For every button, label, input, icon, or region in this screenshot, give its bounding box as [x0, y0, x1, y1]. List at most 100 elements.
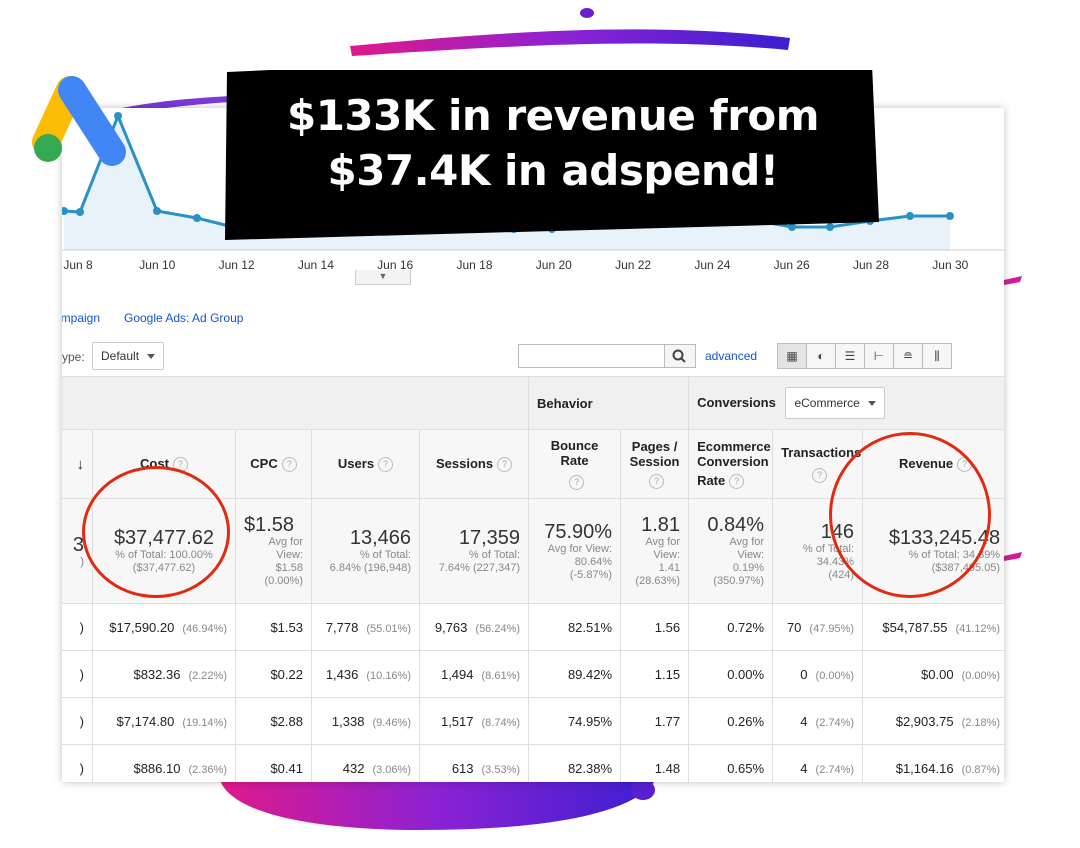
x-tick-label: Jun 26 — [774, 258, 810, 272]
chart-point[interactable] — [76, 208, 84, 216]
cell-pages: 1.77 — [620, 697, 690, 745]
cell-pages: 1.48 — [620, 744, 690, 782]
cell-dimension-value: ) — [79, 760, 84, 776]
chart-point[interactable] — [153, 207, 161, 215]
cell-cpc-value: $0.41 — [270, 760, 303, 776]
cell-users-value: 7,778 — [325, 619, 359, 635]
dimension-link-ad-group[interactable]: Google Ads: Ad Group — [124, 311, 243, 325]
cell-cpc: $0.41 — [235, 744, 312, 782]
cell-cpc: $1.53 — [235, 603, 312, 651]
help-icon[interactable]: ? — [649, 474, 665, 490]
total-dim-sub: ) — [80, 555, 84, 568]
cell-transactions-percent: (2.74%) — [815, 763, 855, 776]
header-cpc[interactable]: CPC? — [235, 429, 312, 499]
pie-icon[interactable]: ◐ — [806, 343, 836, 369]
conversions-type-select[interactable]: eCommerce — [785, 387, 885, 419]
cell-users-percent: (9.46%) — [372, 716, 411, 729]
cell-cost-percent: (2.22%) — [188, 669, 227, 682]
chart-point[interactable] — [906, 212, 914, 220]
cell-sessions-percent: (3.53%) — [481, 763, 521, 776]
x-tick-label: Jun 12 — [219, 258, 255, 272]
help-icon[interactable]: ? — [812, 467, 828, 483]
advanced-filter-link[interactable]: advanced — [705, 349, 757, 363]
cell-sessions-percent: (56.24%) — [475, 622, 521, 635]
help-icon[interactable]: ? — [497, 457, 513, 473]
term-cloud-icon[interactable]: ≘ — [893, 343, 923, 369]
total-conversion: 0.84% Avg for View: 0.19% (350.97%) — [688, 498, 774, 604]
chart-point[interactable] — [946, 212, 954, 220]
cost-highlight-circle — [82, 466, 230, 598]
x-tick-label: Jun 24 — [694, 258, 730, 272]
cell-sessions-percent: (8.61%) — [481, 669, 521, 682]
cell-dimension: ) — [62, 603, 93, 651]
header-users[interactable]: Users? — [311, 429, 420, 499]
cell-users: 1,338 (9.46%) — [311, 697, 420, 745]
cell-cpc-value: $0.22 — [270, 666, 303, 682]
cell-bounce: 89.42% — [528, 650, 622, 698]
dimension-link-campaign[interactable]: ampaign — [62, 311, 100, 325]
headline-text: $133K in revenue from $37.4K in adspend! — [225, 88, 881, 198]
help-icon[interactable]: ? — [569, 475, 585, 491]
header-bounce-rate[interactable]: Bounce Rate? — [528, 429, 622, 499]
total-sessions: 17,359% of Total: 7.64% (227,347) — [418, 498, 530, 604]
cell-users: 7,778 (55.01%) — [311, 603, 420, 651]
x-tick-label: Jun 14 — [298, 258, 334, 272]
type-select[interactable]: Default — [92, 342, 165, 370]
cell-revenue-value: $54,787.55 — [882, 619, 948, 635]
search-input[interactable] — [518, 344, 666, 368]
cell-bounce-value: 82.38% — [567, 760, 613, 776]
chart-collapse-toggle[interactable]: ▼ — [355, 270, 411, 285]
total-users-sub2: 6.84% (196,948) — [329, 562, 411, 574]
total-cpc-sub4: (0.00%) — [264, 575, 303, 587]
pivot-icon[interactable]: ⫼ — [922, 343, 952, 369]
header-sessions[interactable]: Sessions? — [418, 429, 530, 499]
table-row[interactable]: ) $832.36 (2.22%) $0.22 1,436 (10.16%) 1,494 (8… — [62, 650, 1004, 698]
comparison-icon[interactable]: ⊢ — [864, 343, 894, 369]
total-cpc-sub1: Avg for — [268, 536, 303, 548]
x-tick-label: Jun 10 — [139, 258, 175, 272]
acquisition-group-cell — [62, 376, 530, 430]
chart-point[interactable] — [193, 214, 201, 222]
bar-icon[interactable]: ☰ — [835, 343, 865, 369]
cell-pages-value: 1.56 — [654, 619, 681, 635]
cell-transactions: 4 (2.74%) — [772, 697, 864, 745]
table-row[interactable]: ) $886.10 (2.36%) $0.41 432 (3.06%) 613 (3.53%)… — [62, 744, 1004, 782]
header-users-label: Users — [337, 455, 375, 471]
help-icon[interactable]: ? — [378, 457, 394, 473]
table-icon[interactable]: ▦ — [777, 343, 807, 369]
help-icon[interactable]: ? — [281, 457, 297, 473]
cell-conversion: 0.72% — [688, 603, 774, 651]
total-users-value: 13,466 — [349, 527, 411, 549]
cell-cost-percent: (46.94%) — [182, 622, 227, 635]
cell-conversion: 0.65% — [688, 744, 774, 782]
total-sessions-value: 17,359 — [458, 527, 521, 549]
cell-users-value: 432 — [342, 760, 365, 776]
cell-users-value: 1,436 — [325, 666, 359, 682]
sort-descending-icon[interactable]: ↓ — [62, 429, 93, 499]
x-tick-label: Jun 22 — [615, 258, 651, 272]
cell-revenue-value: $0.00 — [921, 666, 954, 682]
cell-pages-value: 1.48 — [654, 760, 681, 776]
cell-cpc-value: $2.88 — [270, 713, 303, 729]
header-conversion-rate[interactable]: Ecommerce Conversion Rate? — [688, 429, 774, 499]
cell-conversion-value: 0.65% — [727, 760, 765, 776]
table-row[interactable]: ) $7,174.80 (19.14%) $2.88 1,338 (9.46%) 1,517… — [62, 697, 1004, 745]
revenue-highlight-circle — [829, 432, 991, 598]
table-row[interactable]: ) $17,590.20 (46.94%) $1.53 7,778 (55.01%) 9,7… — [62, 603, 1004, 651]
cell-pages-value: 1.77 — [654, 713, 681, 729]
cell-transactions: 0 (0.00%) — [772, 650, 864, 698]
cell-sessions-percent: (8.74%) — [481, 716, 521, 729]
cell-transactions-value: 0 — [800, 666, 808, 682]
header-pages-session[interactable]: Pages / Session? — [620, 429, 690, 499]
search-button[interactable] — [664, 344, 696, 368]
cell-conversion: 0.00% — [688, 650, 774, 698]
help-icon[interactable]: ? — [729, 474, 745, 490]
total-users: 13,466% of Total: 6.84% (196,948) — [311, 498, 420, 604]
chevron-down-icon — [867, 401, 876, 407]
x-tick-label: Jun 18 — [456, 258, 492, 272]
cell-bounce: 74.95% — [528, 697, 622, 745]
header-cpc-label: CPC — [250, 455, 278, 471]
total-conv-sub2: View: — [737, 549, 765, 561]
column-group-row: Behavior Conversions eCommerce — [62, 376, 1004, 430]
x-tick-label: Jun 8 — [63, 258, 93, 272]
